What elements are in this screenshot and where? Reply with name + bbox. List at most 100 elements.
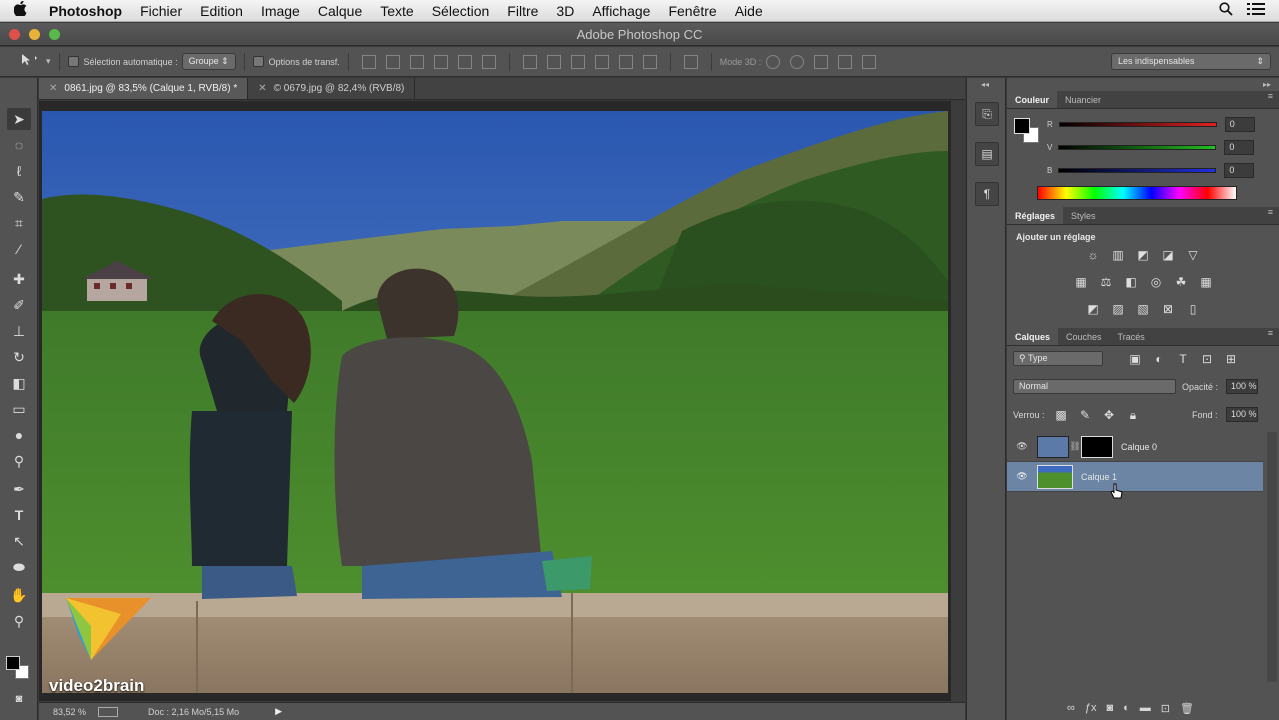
clone-stamp-tool-icon[interactable]: ⊥ — [7, 320, 31, 342]
align-top-icon[interactable] — [361, 54, 376, 69]
3d-slide-icon[interactable] — [838, 54, 853, 69]
menu-aide[interactable]: Aide — [726, 3, 772, 19]
slider-r[interactable]: R 0 — [1047, 116, 1272, 132]
value-b[interactable]: 0 — [1224, 162, 1255, 178]
lock-image-pixels-icon[interactable]: ✎ — [1077, 408, 1093, 422]
tab-nuancier[interactable]: Nuancier — [1057, 91, 1109, 108]
distribute-right-icon[interactable] — [642, 54, 657, 69]
menu-fichier[interactable]: Fichier — [131, 3, 191, 19]
layers-scrollbar[interactable] — [1267, 432, 1277, 682]
value-v[interactable]: 0 — [1224, 139, 1255, 155]
lock-transparent-pixels-icon[interactable]: ▩ — [1053, 408, 1069, 422]
fill-value[interactable]: 100 % — [1226, 407, 1258, 422]
layer-name[interactable]: Calque 1 — [1081, 472, 1117, 482]
gradient-tool-icon[interactable]: ▭ — [7, 398, 31, 420]
link-layers-icon[interactable]: ∞ — [1067, 702, 1075, 715]
posterize-icon[interactable]: ▨ — [1110, 302, 1126, 316]
type-tool-icon[interactable]: T — [7, 504, 31, 526]
blur-tool-icon[interactable]: ● — [7, 424, 31, 446]
workspace-dropdown[interactable]: Les indispensables ⇕ — [1111, 53, 1271, 70]
close-tab-icon[interactable]: ✕ — [258, 83, 266, 94]
spotlight-search-icon[interactable] — [1219, 2, 1233, 19]
lasso-tool-icon[interactable]: ℓ — [7, 160, 31, 182]
menu-selection[interactable]: Sélection — [423, 3, 499, 19]
3d-rotate-icon[interactable] — [766, 54, 781, 69]
canvas-vertical-scrollbar[interactable] — [951, 101, 965, 701]
curves-icon[interactable]: ◩ — [1135, 248, 1151, 262]
filter-adjustment-icon[interactable]: ◐ — [1151, 352, 1167, 366]
move-tool-preset-icon[interactable] — [20, 53, 40, 70]
lock-all-icon[interactable]: 🔒︎ — [1125, 408, 1141, 422]
zoom-window-button[interactable] — [49, 29, 60, 40]
visibility-eye-icon[interactable]: 👁︎ — [1007, 441, 1037, 452]
zoom-level[interactable]: 83,52 % — [53, 707, 86, 717]
slider-bar-v[interactable] — [1058, 144, 1217, 150]
brightness-contrast-icon[interactable]: ☼ — [1085, 248, 1101, 262]
collapse-dock-icon[interactable]: ◂◂ — [981, 80, 989, 89]
hue-saturation-icon[interactable]: ▦ — [1073, 275, 1089, 289]
channel-mixer-icon[interactable]: ☘ — [1173, 275, 1189, 289]
quick-selection-tool-icon[interactable]: ✎ — [7, 186, 31, 208]
auto-align-icon[interactable] — [683, 54, 698, 69]
ellipse-shape-tool-icon[interactable]: ⬬ — [7, 556, 31, 578]
3d-pan-icon[interactable] — [814, 54, 829, 69]
minimize-window-button[interactable] — [29, 29, 40, 40]
slider-v[interactable]: V 0 — [1047, 139, 1272, 155]
slider-bar-b[interactable] — [1058, 167, 1217, 173]
lock-position-icon[interactable]: ✥ — [1101, 408, 1117, 422]
invert-icon[interactable]: ◩ — [1085, 302, 1101, 316]
menu-texte[interactable]: Texte — [371, 3, 422, 19]
3d-roll-icon[interactable] — [790, 54, 805, 69]
canvas-area[interactable]: video2brain — [39, 101, 965, 701]
foreground-color-swatch[interactable] — [1014, 118, 1030, 134]
auto-select-checkbox[interactable] — [67, 56, 79, 67]
gradient-map-icon[interactable]: ▯ — [1185, 302, 1201, 316]
selective-color-icon[interactable]: ⊠ — [1160, 302, 1176, 316]
tool-preset-dropdown-icon[interactable]: ▾ — [46, 56, 51, 67]
panel-menu-icon[interactable]: ≡ — [1268, 207, 1279, 224]
move-tool-icon[interactable]: ➤ — [7, 108, 31, 130]
expand-panels-icon[interactable]: ▸▸ — [1263, 80, 1271, 89]
menu-image[interactable]: Image — [252, 3, 309, 19]
tab-couches[interactable]: Couches — [1058, 328, 1110, 345]
link-icon[interactable]: ⛓︎ — [1069, 441, 1081, 452]
distribute-top-icon[interactable] — [522, 54, 537, 69]
share-status-icon[interactable] — [98, 706, 119, 717]
align-hcenter-icon[interactable] — [457, 54, 472, 69]
hand-tool-icon[interactable]: ✋ — [7, 584, 31, 606]
tab-reglages[interactable]: Réglages — [1007, 207, 1064, 224]
menu-calque[interactable]: Calque — [309, 3, 371, 19]
value-r[interactable]: 0 — [1224, 116, 1255, 132]
align-bottom-icon[interactable] — [409, 54, 424, 69]
auto-select-dropdown[interactable]: Groupe ⇕ — [181, 53, 236, 70]
properties-panel-icon[interactable]: ▤ — [975, 142, 999, 166]
levels-icon[interactable]: ▥ — [1110, 248, 1126, 262]
layer-style-icon[interactable]: ƒx — [1085, 702, 1097, 715]
tab-calques[interactable]: Calques — [1007, 328, 1059, 345]
distribute-left-icon[interactable] — [594, 54, 609, 69]
layer-mask-thumbnail[interactable] — [1081, 435, 1113, 458]
dodge-tool-icon[interactable]: ⚲ — [7, 450, 31, 472]
panel-menu-icon[interactable]: ≡ — [1268, 91, 1279, 108]
distribute-hcenter-icon[interactable] — [618, 54, 633, 69]
color-lookup-icon[interactable]: ▦ — [1198, 275, 1214, 289]
threshold-icon[interactable]: ▧ — [1135, 302, 1151, 316]
color-spectrum-ramp[interactable] — [1037, 186, 1237, 200]
opacity-value[interactable]: 100 % — [1226, 379, 1258, 394]
new-group-icon[interactable]: ▬ — [1140, 702, 1151, 715]
history-brush-tool-icon[interactable]: ↻ — [7, 346, 31, 368]
eyedropper-tool-icon[interactable]: ⁄ — [7, 238, 31, 260]
quick-mask-icon[interactable]: ◙ — [7, 688, 31, 710]
eraser-tool-icon[interactable]: ◧ — [7, 372, 31, 394]
close-window-button[interactable] — [9, 29, 20, 40]
new-layer-icon[interactable]: ⊡ — [1161, 702, 1170, 715]
layer-row-calque-0[interactable]: 👁︎ ⛓︎ Calque 0 — [1007, 432, 1263, 462]
pen-tool-icon[interactable]: ✒ — [7, 478, 31, 500]
menu-3d[interactable]: 3D — [547, 3, 583, 19]
close-tab-icon[interactable]: ✕ — [49, 83, 57, 94]
align-right-icon[interactable] — [481, 54, 496, 69]
layer-row-calque-1[interactable]: 👁︎ Calque 1 — [1007, 462, 1263, 492]
menu-edition[interactable]: Edition — [191, 3, 252, 19]
new-adjustment-layer-icon[interactable]: ◐ — [1123, 702, 1130, 715]
panel-menu-icon[interactable]: ≡ — [1268, 328, 1279, 345]
